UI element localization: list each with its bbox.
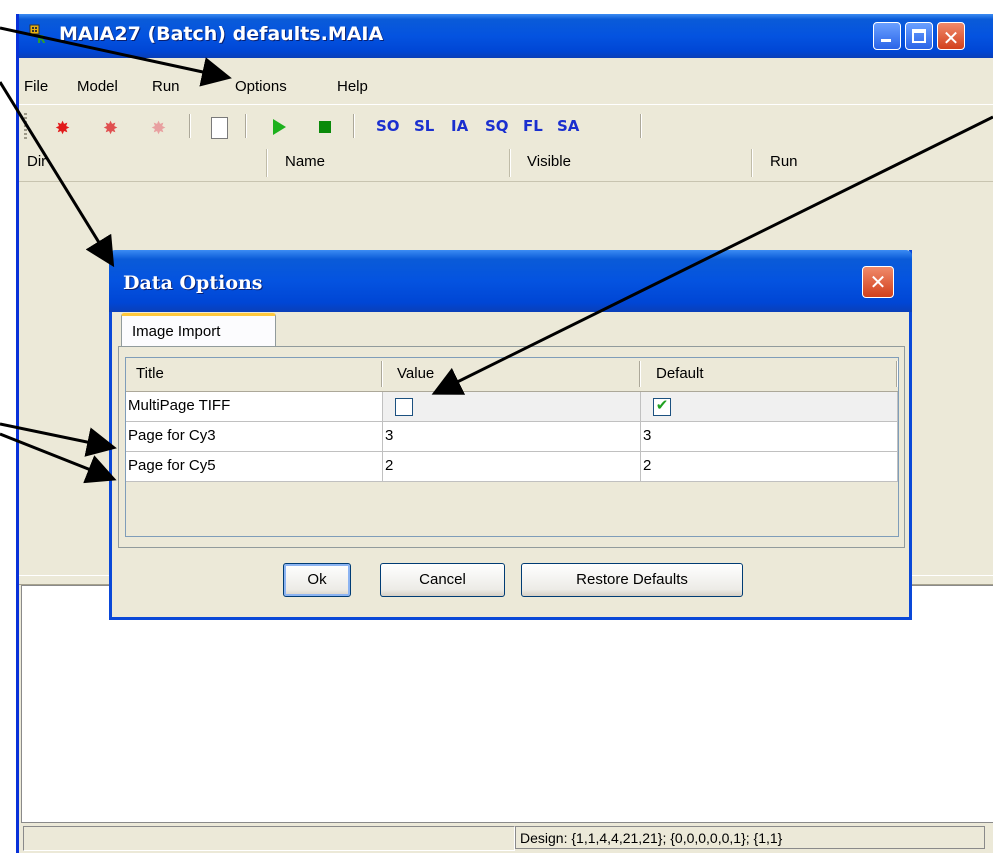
column-default-label: Default [656,365,704,382]
row-title-cell[interactable]: MultiPage TIFF [126,392,383,422]
cancel-button[interactable]: Cancel [380,563,505,597]
ok-button[interactable]: Ok [283,563,351,597]
title-bar[interactable]: R MAIA27 (Batch) defaults.MAIA ✕ [19,14,993,58]
sl-button[interactable]: SL [414,117,434,135]
column-title[interactable]: Title [126,358,383,392]
multipage-tiff-default-checkbox: ✔ [653,396,671,416]
multipage-tiff-value-checkbox[interactable] [395,398,413,416]
checkmark-icon: ✔ [655,396,669,414]
column-dir[interactable]: Dir [27,153,46,170]
stop-icon[interactable] [319,121,331,133]
toolbar-separator [640,114,642,138]
row-value-cell[interactable] [383,392,641,422]
column-title-label: Title [136,365,164,382]
tab-image-import[interactable]: Image Import [121,313,276,347]
cancel-label: Cancel [419,571,466,588]
toolbar-separator [245,114,247,138]
column-default[interactable]: Default [641,358,898,392]
row-title: Page for Cy3 [128,427,216,444]
tab-label: Image Import [132,323,221,340]
toolbar: ✸ ✸ ✸ SO SL IA SQ FL SA [19,104,993,146]
row-title-cell[interactable]: Page for Cy5 [126,452,383,482]
menu-model[interactable]: Model [77,78,118,95]
menu-file[interactable]: File [24,78,48,95]
column-separator[interactable] [509,149,511,177]
column-separator[interactable] [751,149,753,177]
table-row[interactable]: Page for Cy3 3 3 [126,422,898,452]
row-title-cell[interactable]: Page for Cy3 [126,422,383,452]
maximize-icon [912,29,926,43]
row-default-cell: 2 [641,452,898,482]
play-icon[interactable] [273,119,286,135]
column-value[interactable]: Value [383,358,641,392]
toolbar-grip[interactable] [24,113,27,139]
ok-label: Ok [307,571,327,588]
column-value-label: Value [397,365,435,382]
row-default: 3 [643,427,652,444]
fl-button[interactable]: FL [523,117,543,135]
so-button[interactable]: SO [376,117,400,135]
app-icon: R [29,24,46,44]
close-button[interactable]: ✕ [937,22,965,50]
bug-icon-gray[interactable]: ✸ [103,120,118,138]
row-value: 3 [385,427,394,444]
dialog-close-button[interactable]: ✕ [862,266,894,298]
toolbar-separator [189,114,191,138]
column-separator[interactable] [266,149,268,177]
bug-icon-red[interactable]: ✸ [55,120,70,138]
status-bar: Design: {1,1,4,4,21,21}; {0,0,0,0,0,1}; … [19,824,993,853]
table-row[interactable]: MultiPage TIFF ✔ [126,392,898,422]
row-default-cell: ✔ [641,392,898,422]
menu-help[interactable]: Help [337,78,368,95]
cy5-value-field[interactable]: 2 [383,452,641,482]
ia-button[interactable]: IA [451,117,468,135]
column-name[interactable]: Name [285,153,325,170]
row-title: MultiPage TIFF [128,397,231,414]
column-visible[interactable]: Visible [527,153,571,170]
restore-label: Restore Defaults [576,571,688,588]
column-separator[interactable] [896,361,898,387]
tab-panel: Title Value Default MultiPage TIFF ✔ Pag… [118,346,905,548]
restore-defaults-button[interactable]: Restore Defaults [521,563,743,597]
status-left [23,826,515,851]
menu-bar: File Model Run Options Help [19,73,993,103]
dialog-title-bar[interactable]: Data Options ✕ [109,250,912,312]
menu-run[interactable]: Run [152,78,180,95]
cy3-value-field[interactable]: 3 [383,422,641,452]
maximize-button[interactable] [905,22,933,50]
options-table: Title Value Default MultiPage TIFF ✔ Pag… [125,357,899,537]
row-value: 2 [385,457,394,474]
close-icon: ✕ [942,26,960,50]
sa-button[interactable]: SA [557,117,579,135]
row-title: Page for Cy5 [128,457,216,474]
dialog-title: Data Options [123,272,263,294]
minimize-button[interactable] [873,22,901,50]
minimize-icon [881,39,891,42]
close-icon: ✕ [869,270,887,294]
row-default: 2 [643,457,652,474]
bug-icon-light[interactable]: ✸ [151,120,166,138]
menu-options[interactable]: Options [235,78,287,95]
main-table-header: Dir Name Visible Run [19,145,993,182]
window-title: MAIA27 (Batch) defaults.MAIA [59,23,384,45]
table-row[interactable]: Page for Cy5 2 2 [126,452,898,482]
data-options-dialog: Data Options ✕ Image Import Title Value … [109,250,912,620]
row-default-cell: 3 [641,422,898,452]
sq-button[interactable]: SQ [485,117,509,135]
status-design: Design: {1,1,4,4,21,21}; {0,0,0,0,0,1}; … [515,826,985,849]
toolbar-separator [353,114,355,138]
svg-text:R: R [37,33,46,44]
log-panel[interactable] [21,585,993,823]
blank-icon[interactable] [211,117,228,139]
column-run[interactable]: Run [770,153,798,170]
